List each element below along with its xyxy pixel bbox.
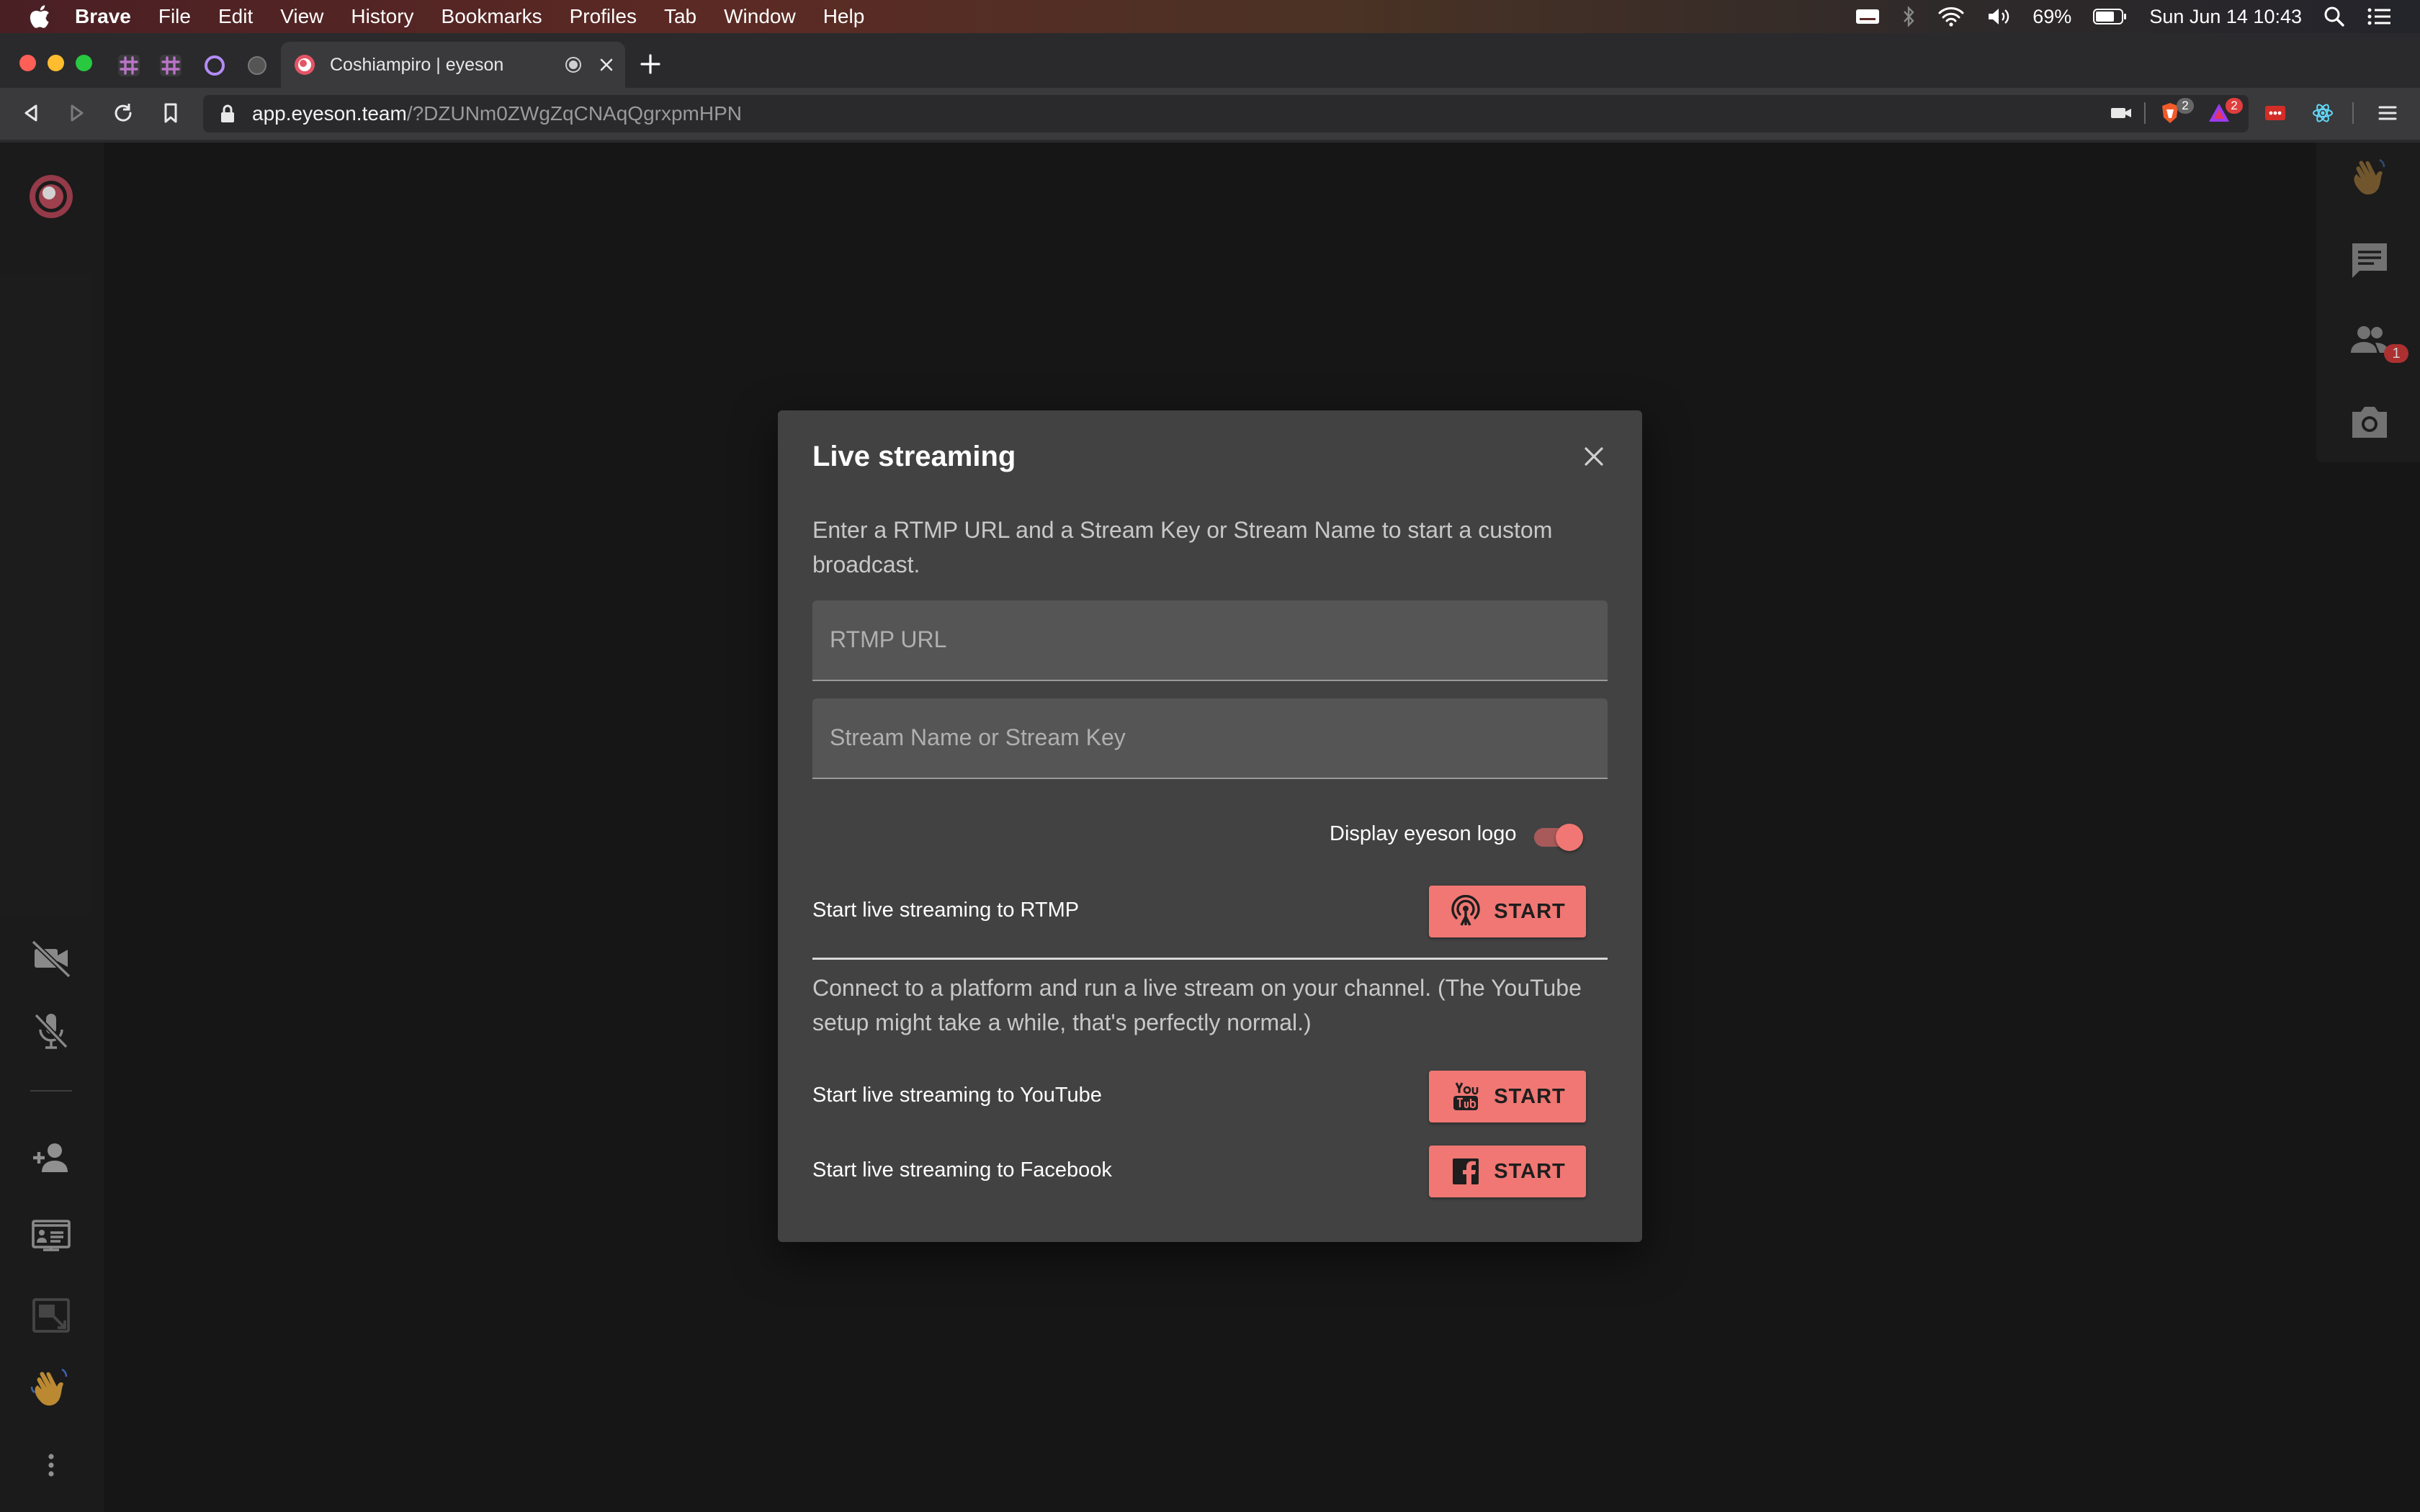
camera-in-use-icon[interactable] xyxy=(2109,101,2133,125)
macos-menu-bar: Brave File Edit View History Bookmarks P… xyxy=(0,0,2420,33)
stream-key-field xyxy=(812,698,1608,779)
battery-icon[interactable] xyxy=(2093,8,2128,25)
live-streaming-dialog: Live streaming Enter a RTMP URL and a St… xyxy=(778,410,1642,1242)
menubar-clock[interactable]: Sun Jun 14 10:43 xyxy=(2149,6,2302,28)
display-logo-toggle[interactable] xyxy=(1530,821,1585,854)
platform-description: Connect to a platform and run a live str… xyxy=(812,975,1582,1035)
menu-help[interactable]: Help xyxy=(823,5,865,28)
url-host: app.eyeson.team xyxy=(252,102,407,125)
hamburger-menu-icon[interactable] xyxy=(2375,101,2400,125)
lastpass-extension-icon[interactable] xyxy=(2263,101,2287,125)
rtmp-row-label: Start live streaming to RTMP xyxy=(812,899,1080,922)
close-window-button[interactable] xyxy=(19,55,36,71)
pinned-tab-slack-icon[interactable] xyxy=(158,53,183,78)
pinned-tab-slack-icon[interactable] xyxy=(117,53,141,78)
menu-edit[interactable]: Edit xyxy=(218,5,253,28)
dialog-title: Live streaming xyxy=(812,441,1016,472)
start-youtube-button[interactable]: START xyxy=(1429,1071,1586,1122)
menu-bookmarks[interactable]: Bookmarks xyxy=(442,5,542,28)
pinned-tab-ring-icon[interactable] xyxy=(202,53,227,78)
broadcast-icon xyxy=(1451,895,1480,926)
back-icon[interactable] xyxy=(19,101,43,125)
reload-icon[interactable] xyxy=(111,101,135,125)
minimize-window-button[interactable] xyxy=(48,55,64,71)
recording-indicator-icon xyxy=(565,57,581,73)
pinned-tab-globe-icon[interactable] xyxy=(245,53,269,78)
dialog-divider xyxy=(812,958,1608,960)
menu-history[interactable]: History xyxy=(351,5,413,28)
facebook-row-label: Start live streaming to Facebook xyxy=(812,1158,1112,1182)
close-tab-icon[interactable] xyxy=(598,56,615,73)
menu-app-name[interactable]: Brave xyxy=(75,5,131,28)
control-center-icon[interactable] xyxy=(2367,6,2391,27)
start-facebook-button[interactable]: START xyxy=(1429,1146,1586,1197)
bookmark-icon[interactable] xyxy=(158,101,183,125)
close-icon[interactable] xyxy=(1579,442,1608,471)
react-devtools-icon[interactable] xyxy=(2311,101,2335,125)
stream-key-input[interactable] xyxy=(830,698,1593,776)
menu-file[interactable]: File xyxy=(158,5,191,28)
toggle-thumb xyxy=(1556,824,1583,851)
address-bar[interactable]: app.eyeson.team/?DZUNm0ZWgZqCNAqQgrxpmHP… xyxy=(203,95,2249,132)
new-tab-icon[interactable] xyxy=(640,53,661,75)
eyeson-favicon-icon xyxy=(295,55,315,75)
tab-title: Coshiampiro | eyeson xyxy=(330,54,504,75)
start-facebook-label: START xyxy=(1494,1159,1566,1183)
rtmp-url-field xyxy=(812,600,1608,681)
shields-count-badge: 2 xyxy=(2177,98,2194,114)
menu-view[interactable]: View xyxy=(280,5,323,28)
start-rtmp-button[interactable]: START xyxy=(1429,886,1586,937)
toolbar-divider xyxy=(2144,102,2146,124)
display-logo-label: Display eyeson logo xyxy=(1330,822,1517,845)
start-rtmp-label: START xyxy=(1494,899,1566,923)
wifi-icon[interactable] xyxy=(1937,6,1965,27)
lock-icon[interactable] xyxy=(219,104,236,124)
menu-tab[interactable]: Tab xyxy=(664,5,696,28)
youtube-row-label: Start live streaming to YouTube xyxy=(812,1084,1102,1107)
keyboard-icon[interactable] xyxy=(1855,7,1880,26)
volume-icon[interactable] xyxy=(1986,6,2011,27)
menu-window[interactable]: Window xyxy=(724,5,796,28)
bluetooth-icon[interactable] xyxy=(1901,6,1916,27)
facebook-icon xyxy=(1453,1158,1479,1184)
tab-active[interactable]: Coshiampiro | eyeson xyxy=(281,42,625,88)
start-youtube-label: START xyxy=(1494,1084,1566,1108)
battery-percent: 69% xyxy=(2033,5,2072,27)
zoom-window-button[interactable] xyxy=(76,55,92,71)
menu-profiles[interactable]: Profiles xyxy=(570,5,637,28)
rtmp-description: Enter a RTMP URL and a Stream Key or Str… xyxy=(812,517,1553,577)
forward-icon[interactable] xyxy=(65,101,89,125)
rewards-count-badge: 2 xyxy=(2226,98,2243,114)
url-path: /?DZUNm0ZWgZqCNAqQgrxpmHPN xyxy=(406,102,742,125)
spotlight-search-icon[interactable] xyxy=(2323,6,2345,27)
youtube-icon xyxy=(1453,1082,1479,1110)
apple-icon[interactable] xyxy=(29,4,50,29)
rtmp-url-input[interactable] xyxy=(830,600,1593,678)
toolbar-divider xyxy=(2352,102,2354,124)
